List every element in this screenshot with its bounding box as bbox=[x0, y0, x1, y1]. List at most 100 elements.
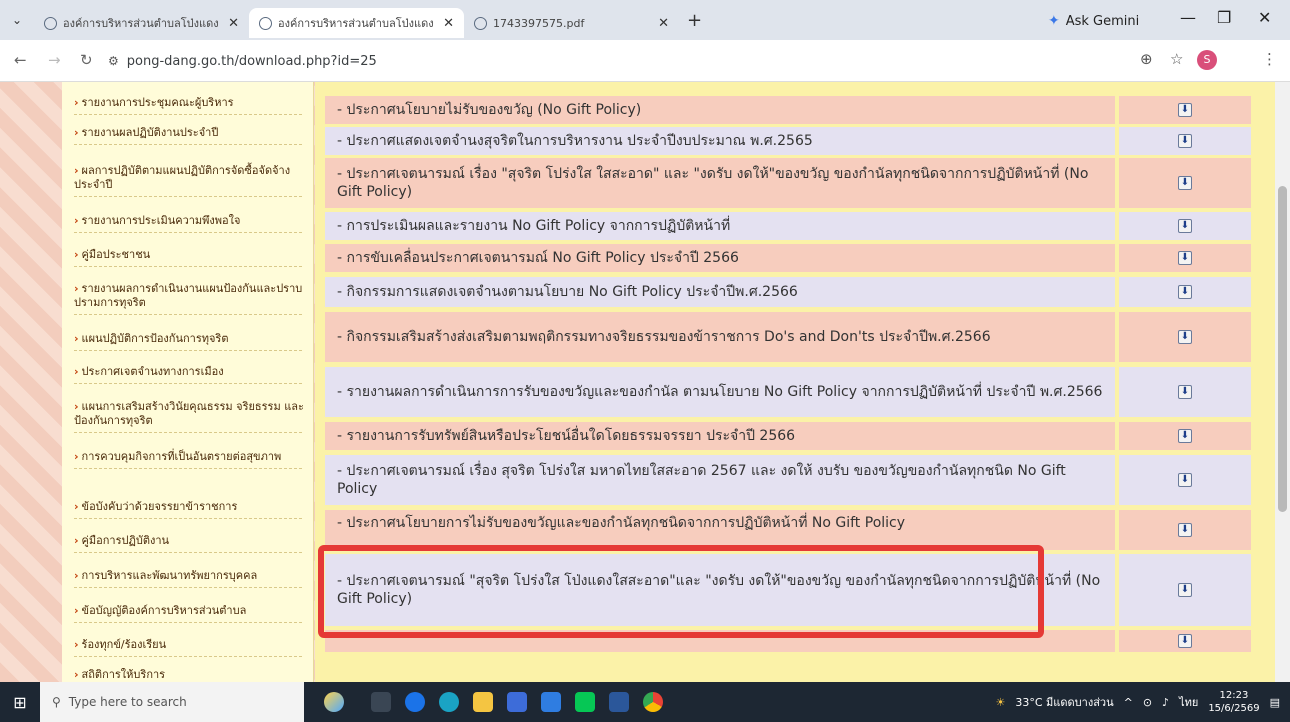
sidebar-item[interactable]: › ข้อบัญญัติองค์การบริหารส่วนตำบล bbox=[62, 604, 314, 623]
sidebar-item[interactable]: › สถิติการให้บริการ bbox=[62, 668, 314, 682]
language-indicator[interactable]: ไทย bbox=[1179, 693, 1198, 711]
close-icon[interactable]: ✕ bbox=[443, 16, 454, 31]
document-title: - รายงานผลการดำเนินการการรับของขวัญและขอ… bbox=[337, 384, 1103, 400]
download-cell: ⬇ bbox=[1119, 510, 1251, 550]
edge-icon[interactable] bbox=[432, 682, 466, 722]
download-icon[interactable]: ⬇ bbox=[1178, 634, 1192, 648]
download-icon[interactable]: ⬇ bbox=[1178, 385, 1192, 399]
document-row[interactable]: - ประกาศนโยบายไม่รับของขวัญ (No Gift Pol… bbox=[325, 96, 1115, 124]
divider bbox=[74, 468, 302, 469]
word-icon[interactable] bbox=[602, 682, 636, 722]
ask-gemini-button[interactable]: ✦ Ask Gemini bbox=[1048, 10, 1139, 32]
download-icon[interactable]: ⬇ bbox=[1178, 285, 1192, 299]
download-icon[interactable]: ⬇ bbox=[1178, 176, 1192, 190]
address-bar[interactable]: ⚙ pong-dang.go.th/download.php?id=25 bbox=[108, 48, 1118, 74]
bookmark-star-icon[interactable]: ☆ bbox=[1170, 50, 1183, 68]
network-icon[interactable]: ⊙ bbox=[1143, 696, 1152, 709]
sidebar-item[interactable]: › ข้อบังคับว่าด้วยจรรยาข้าราชการ bbox=[62, 500, 314, 519]
sidebar-item[interactable]: › ร้องทุกข์/ร้องเรียน bbox=[62, 638, 314, 657]
new-tab-button[interactable]: + bbox=[687, 10, 702, 31]
download-cell: ⬇ bbox=[1119, 277, 1251, 307]
sidebar-item[interactable]: › รายงานการประชุมคณะผู้บริหาร bbox=[62, 96, 314, 115]
zoom-icon[interactable]: ⊕ bbox=[1140, 50, 1153, 68]
sidebar-item[interactable]: › การควบคุมกิจการที่เป็นอันตรายต่อสุขภาพ bbox=[62, 450, 314, 469]
divider bbox=[74, 383, 302, 384]
sidebar-item-label: การควบคุมกิจการที่เป็นอันตรายต่อสุขภาพ bbox=[81, 450, 282, 463]
sidebar-item[interactable]: › ผลการปฏิบัติตามแผนปฏิบัติการจัดซื้อจัดจ… bbox=[62, 164, 314, 197]
task-view-icon[interactable] bbox=[364, 682, 398, 722]
document-row[interactable]: - การประเมินผลและรายงาน No Gift Policy จ… bbox=[325, 212, 1115, 240]
document-row[interactable]: - กิจกรรมการแสดงเจตจำนงตามนโยบาย No Gift… bbox=[325, 277, 1115, 307]
taskbar-search[interactable]: ⚲ Type here to search bbox=[40, 682, 304, 722]
scrollbar-thumb[interactable] bbox=[1278, 186, 1287, 512]
back-icon[interactable]: ← bbox=[14, 51, 27, 69]
download-icon[interactable]: ⬇ bbox=[1178, 134, 1192, 148]
sidebar-item[interactable]: › คู่มือประชาชน bbox=[62, 248, 314, 267]
download-icon[interactable]: ⬇ bbox=[1178, 523, 1192, 537]
tab-label: 1743397575.pdf bbox=[493, 16, 585, 30]
sidebar-item[interactable]: › แผนการเสริมสร้างวินัยคุณธรรม จริยธรรม แ… bbox=[62, 400, 314, 433]
sidebar-item[interactable]: › การบริหารและพัฒนาทรัพยากรบุคคล bbox=[62, 569, 314, 588]
document-row[interactable]: - รายงานการรับทรัพย์สินหรือประโยชน์อื่นใ… bbox=[325, 422, 1115, 450]
forward-icon[interactable]: → bbox=[48, 51, 61, 69]
divider bbox=[74, 656, 302, 657]
store-icon[interactable] bbox=[500, 682, 534, 722]
close-icon[interactable]: ✕ bbox=[228, 16, 239, 31]
windows-start-icon[interactable]: ⊞ bbox=[0, 693, 40, 712]
site-settings-icon[interactable]: ⚙ bbox=[108, 54, 119, 68]
chevron-right-icon: › bbox=[74, 534, 79, 547]
document-row[interactable]: - ประกาศเจตนารมณ์ เรื่อง สุจริต โปร่งใส … bbox=[325, 455, 1115, 505]
document-row[interactable]: - กิจกรรมเสริมสร้างส่งเสริมตามพฤติกรรมทา… bbox=[325, 312, 1115, 362]
document-row[interactable]: - การขับเคลื่อนประกาศเจตนารมณ์ No Gift P… bbox=[325, 244, 1115, 272]
divider bbox=[74, 432, 302, 433]
download-icon[interactable]: ⬇ bbox=[1178, 583, 1192, 597]
download-icon[interactable]: ⬇ bbox=[1178, 429, 1192, 443]
document-row[interactable]: - ประกาศแสดงเจตจำนงสุจริตในการบริหารงาน … bbox=[325, 127, 1115, 155]
chevron-right-icon: › bbox=[74, 126, 79, 139]
app-icon[interactable] bbox=[398, 682, 432, 722]
download-icon[interactable]: ⬇ bbox=[1178, 219, 1192, 233]
sidebar-item-label: สถิติการให้บริการ bbox=[81, 668, 166, 681]
tray-chevron-icon[interactable]: ^ bbox=[1124, 696, 1133, 709]
reload-icon[interactable]: ↻ bbox=[80, 51, 93, 69]
tab-3[interactable]: 1743397575.pdf ✕ bbox=[464, 8, 679, 38]
document-row[interactable]: - ประกาศนโยบายการไม่รับของขวัญและของกำนั… bbox=[325, 510, 1115, 550]
sidebar-item[interactable]: › รายงานผลปฏิบัติงานประจำปี bbox=[62, 126, 314, 145]
minimize-icon[interactable]: — bbox=[1180, 8, 1196, 27]
close-icon[interactable]: ✕ bbox=[658, 16, 669, 31]
clock[interactable]: 12:23 15/6/2569 bbox=[1208, 689, 1259, 715]
download-icon[interactable]: ⬇ bbox=[1178, 473, 1192, 487]
tab-search-icon[interactable]: ⌄ bbox=[0, 13, 34, 27]
divider bbox=[74, 196, 302, 197]
sidebar-item[interactable]: › คู่มือการปฏิบัติงาน bbox=[62, 534, 314, 553]
sidebar-item[interactable]: › แผนปฏิบัติการป้องกันการทุจริต bbox=[62, 332, 314, 351]
document-row[interactable]: - รายงานผลการดำเนินการการรับของขวัญและขอ… bbox=[325, 367, 1115, 417]
line-icon[interactable] bbox=[568, 682, 602, 722]
browser-toolbar: ← → ↻ ⚙ pong-dang.go.th/download.php?id=… bbox=[0, 40, 1290, 82]
tab-1[interactable]: องค์การบริหารส่วนตำบลโป่งแดง อ.ร ✕ bbox=[34, 8, 249, 38]
file-explorer-icon[interactable] bbox=[466, 682, 500, 722]
divider bbox=[74, 350, 302, 351]
weather-icon[interactable]: ☀ bbox=[995, 696, 1005, 709]
window-close-icon[interactable]: ✕ bbox=[1258, 8, 1271, 27]
profile-avatar[interactable]: S bbox=[1197, 50, 1217, 70]
scrollbar[interactable] bbox=[1275, 82, 1290, 682]
divider bbox=[74, 232, 302, 233]
volume-icon[interactable]: ♪ bbox=[1162, 696, 1169, 709]
notification-icon[interactable]: ▤ bbox=[1270, 696, 1280, 709]
restore-icon[interactable]: ❐ bbox=[1217, 8, 1231, 27]
download-icon[interactable]: ⬇ bbox=[1178, 330, 1192, 344]
copilot-icon[interactable] bbox=[304, 682, 364, 722]
tab-2[interactable]: องค์การบริหารส่วนตำบลโป่งแดง อ.ร ✕ bbox=[249, 8, 464, 38]
chrome-icon[interactable] bbox=[636, 682, 670, 722]
menu-icon[interactable]: ⋮ bbox=[1262, 50, 1277, 68]
document-row[interactable]: - ประกาศเจตนารมณ์ เรื่อง "สุจริต โปร่งใส… bbox=[325, 158, 1115, 208]
chevron-right-icon: › bbox=[74, 569, 79, 582]
sidebar-item[interactable]: › รายงานผลการดำเนินงานแผนป้องกันและปราบปร… bbox=[62, 282, 314, 315]
sidebar-item[interactable]: › ประกาศเจตจำนงทางการเมือง bbox=[62, 365, 314, 384]
download-icon[interactable]: ⬇ bbox=[1178, 251, 1192, 265]
sidebar-item[interactable]: › รายงานการประเมินความพึงพอใจ bbox=[62, 214, 314, 233]
url-text: pong-dang.go.th/download.php?id=25 bbox=[126, 53, 377, 69]
download-icon[interactable]: ⬇ bbox=[1178, 103, 1192, 117]
mail-icon[interactable] bbox=[534, 682, 568, 722]
